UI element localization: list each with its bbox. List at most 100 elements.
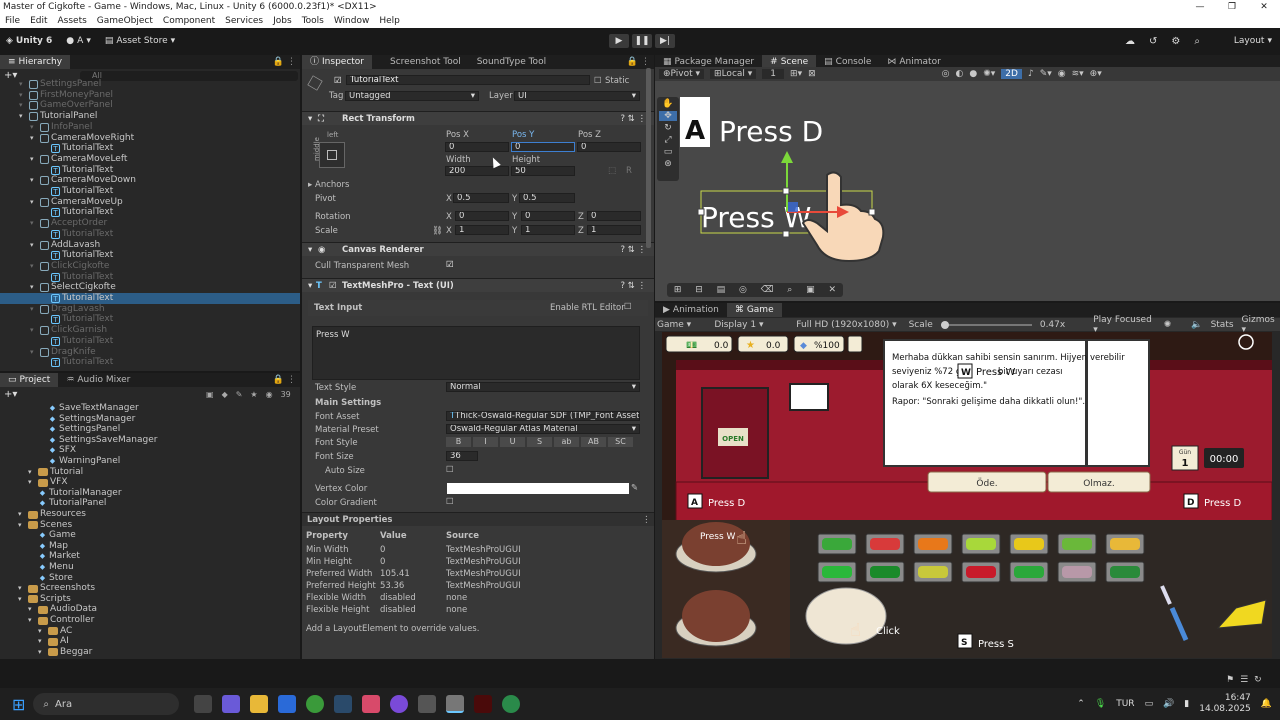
history-icon[interactable]: ↺ [1149, 36, 1157, 47]
tree-row[interactable]: ▾ Beggar [0, 647, 300, 658]
menu-tools[interactable]: Tools [297, 16, 329, 26]
search-icon[interactable]: ⌕ [1194, 36, 1200, 47]
github-icon[interactable] [390, 695, 409, 713]
snap-increment-input[interactable]: 1 [762, 69, 785, 79]
tree-row[interactable]: ▾ CameraMoveLeft [0, 154, 300, 165]
tree-row[interactable]: ▾ SelectCigkofte [0, 282, 300, 293]
menu-window[interactable]: Window [329, 16, 375, 26]
status-collab-icon[interactable]: ☰ [1240, 675, 1248, 685]
layout-properties-header[interactable]: Layout Properties ⋮ [302, 512, 654, 526]
menu-component[interactable]: Component [158, 16, 220, 26]
lowercase-button[interactable]: ab [554, 437, 579, 447]
material-preset-dropdown[interactable]: Oswald-Regular Atlas Material ▾ [446, 424, 640, 434]
add-icon[interactable]: +▾ [4, 389, 17, 400]
tree-row[interactable]: ◆ SettingsPanel [0, 424, 300, 435]
blueprint-mode-icon[interactable]: ⬚ [608, 166, 616, 176]
tab-game[interactable]: ⌘ Game [726, 303, 782, 317]
tab-soundtype-tool[interactable]: SoundType Tool [469, 55, 554, 69]
status-activity-icon[interactable]: ↻ [1254, 675, 1262, 685]
foldout-icon[interactable]: ▾ [19, 90, 27, 101]
copilot-icon[interactable] [222, 695, 241, 713]
label-icon[interactable]: ✎ [236, 390, 243, 399]
rect-handle-left[interactable] [697, 208, 705, 216]
asset-store-button[interactable]: ▤ Asset Store ▾ [105, 36, 175, 46]
rect-handle-bottom[interactable] [782, 230, 790, 238]
component-menu-icon[interactable]: ? ⇅ ⋮ [620, 279, 646, 293]
close-icon[interactable]: ✕ [828, 285, 836, 295]
tree-row[interactable]: ▾ GameOverPanel [0, 100, 300, 111]
foldout-icon[interactable]: ▾ [30, 154, 38, 165]
lighting-icon[interactable]: ● [969, 69, 977, 79]
tree-row[interactable]: ◆ SaveTextManager [0, 403, 300, 414]
inspector-scrollbar[interactable] [646, 68, 651, 248]
tree-row[interactable]: T TutorialText [0, 165, 300, 176]
underline-button[interactable]: U [500, 437, 525, 447]
tree-row[interactable]: ◆ Menu [0, 562, 300, 573]
move-plane-handle[interactable] [788, 202, 798, 212]
grid-snap-icon[interactable]: ⊞▾ [790, 69, 802, 79]
foldout-icon[interactable]: ▾ [19, 111, 27, 122]
tree-row[interactable]: ▾ VFX [0, 477, 300, 488]
fill-icon[interactable]: ◎ [739, 285, 747, 295]
tree-row[interactable]: ▾ AcceptOrder [0, 218, 300, 229]
tree-row[interactable]: ◆ SettingsManager [0, 414, 300, 425]
settings-icon[interactable]: ⚙ [1171, 36, 1180, 47]
tree-row[interactable]: ◆ SettingsSaveManager [0, 435, 300, 446]
rect-tool-icon[interactable]: ▭ [664, 147, 673, 157]
tree-row[interactable]: ◆ TutorialManager [0, 488, 300, 499]
menu-edit[interactable]: Edit [25, 16, 52, 26]
tree-row[interactable]: ▾ Scenes [0, 520, 300, 531]
tree-row[interactable]: ▾ DragLavash [0, 304, 300, 315]
autosize-checkbox[interactable]: ☐ [446, 465, 454, 475]
foldout-icon[interactable]: ▾ [30, 122, 38, 133]
foldout-icon[interactable]: ▸ [308, 180, 312, 190]
tree-row[interactable]: ▾ TutorialPanel [0, 111, 300, 122]
minimize-button[interactable]: — [1184, 0, 1216, 14]
eyedropper-icon[interactable]: ✎ [631, 483, 638, 493]
move-tool-icon[interactable]: ✥ [659, 111, 677, 121]
favorite-icon[interactable]: ★ [250, 390, 257, 399]
font-asset-field[interactable]: TThick-Oswald-Regular SDF (TMP_Font Asse… [446, 411, 640, 421]
filter-icon[interactable]: ▣ [206, 390, 214, 399]
tab-options-icon[interactable]: 🔒 ⋮ [273, 55, 296, 69]
scale-y-input[interactable]: 1 [521, 225, 575, 235]
strikethrough-button[interactable]: S [527, 437, 552, 447]
grid-icon[interactable]: ⊞ [674, 285, 682, 295]
tree-row[interactable]: T TutorialText [0, 229, 300, 240]
foldout-icon[interactable]: ▾ [18, 594, 26, 605]
foldout-icon[interactable]: ▾ [30, 261, 38, 272]
foldout-icon[interactable]: ▾ [30, 282, 38, 293]
tree-row[interactable]: ◆ Market [0, 551, 300, 562]
transform-tool-icon[interactable]: ⊛ [664, 159, 672, 169]
bold-button[interactable]: B [446, 437, 471, 447]
maximize-button[interactable]: ❐ [1216, 0, 1248, 14]
snap-settings-icon[interactable]: ⊠ [808, 69, 816, 79]
tree-row[interactable]: ◆ Game [0, 530, 300, 541]
layer-dropdown[interactable]: UI ▾ [514, 91, 640, 101]
anchor-presets-button[interactable] [319, 142, 345, 168]
menu-services[interactable]: Services [220, 16, 268, 26]
pos-x-input[interactable]: 0 [445, 142, 509, 152]
type-icon[interactable]: ◆ [222, 390, 228, 399]
tools-icon[interactable]: ✎▾ [1040, 69, 1052, 79]
foldout-icon[interactable]: ▾ [30, 175, 38, 186]
tree-row[interactable]: ▾ Controller [0, 615, 300, 626]
tree-row[interactable]: ▾ ClickGarnish [0, 325, 300, 336]
cloud-icon[interactable]: ☁ [1125, 36, 1135, 47]
menu-file[interactable]: File [0, 16, 25, 26]
foldout-icon[interactable]: ▾ [30, 304, 38, 315]
rect-transform-header[interactable]: Rect Transform ▾ ⛶? ⇅ ⋮ [302, 111, 654, 125]
foldout-icon[interactable]: ▾ [19, 100, 27, 111]
tree-row[interactable]: ▾ FirstMoneyPanel [0, 90, 300, 101]
battery-icon[interactable]: ▮ [1184, 699, 1189, 709]
rect-handle-top[interactable] [782, 187, 790, 195]
raw-edit-button[interactable]: R [626, 166, 632, 176]
tree-row[interactable]: ◆ WarningPanel [0, 456, 300, 467]
foldout-icon[interactable]: ▾ [30, 325, 38, 336]
windows-start-icon[interactable]: ⊞ [12, 695, 25, 714]
resolution-dropdown[interactable]: Full HD (1920x1080) ▾ [796, 320, 900, 330]
enabled-checkbox[interactable]: ☑ [329, 279, 337, 293]
scale-x-input[interactable]: 1 [455, 225, 509, 235]
shading-icon[interactable]: ◐ [956, 69, 964, 79]
tree-row[interactable]: ▾ AI [0, 636, 300, 647]
